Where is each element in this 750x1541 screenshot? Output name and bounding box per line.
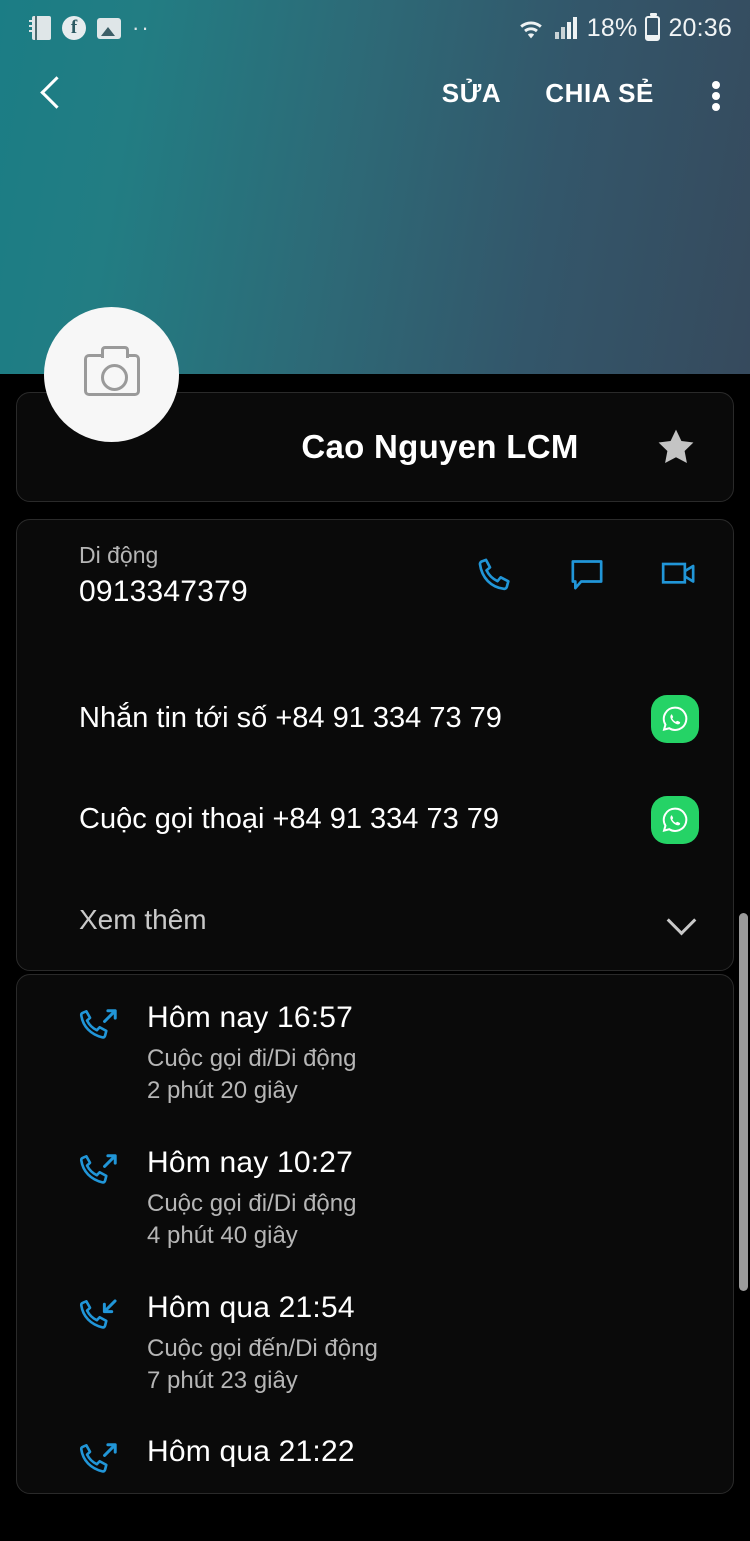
phone-number-block: Di động 0913347379 xyxy=(79,542,475,609)
battery-percent-label: 18% xyxy=(586,13,638,42)
chevron-down-icon[interactable] xyxy=(667,910,699,930)
whatsapp-message-row[interactable]: Nhắn tin tới số +84 91 334 73 79 xyxy=(17,668,733,769)
battery-icon xyxy=(645,12,661,41)
call-log-time: Hôm nay 10:27 xyxy=(147,1145,354,1179)
app-bar: SỬA CHIA SẺ xyxy=(0,56,750,130)
see-more-row[interactable]: Xem thêm xyxy=(17,870,733,970)
video-call-icon[interactable] xyxy=(659,554,699,594)
call-log-body: Hôm qua 21:54 Cuộc gọi đến/Di động 7 phú… xyxy=(147,1291,699,1398)
facebook-icon: f xyxy=(62,16,86,40)
edit-button[interactable]: SỬA xyxy=(442,78,502,109)
call-log-time: Hôm nay 16:57 xyxy=(147,1001,354,1034)
call-log-duration: 7 phút 23 giây xyxy=(147,1366,298,1394)
status-bar: f ·· 18% 20:36 xyxy=(0,0,750,56)
call-log-time: Hôm qua 21:54 xyxy=(147,1290,355,1324)
call-log-body: Hôm nay 16:57 Cuộc gọi đi/Di động 2 phút… xyxy=(147,1001,699,1108)
contacts-icon xyxy=(29,16,51,40)
call-log-item[interactable]: Hôm qua 21:54 Cuộc gọi đến/Di động 7 phú… xyxy=(17,1265,733,1410)
overflow-menu-icon[interactable] xyxy=(712,71,722,115)
back-icon[interactable] xyxy=(30,71,74,115)
call-history-card: Hôm nay 16:57 Cuộc gọi đi/Di động 2 phút… xyxy=(16,974,734,1495)
call-icon[interactable] xyxy=(475,554,515,594)
call-log-item[interactable]: Hôm nay 16:57 Cuộc gọi đi/Di động 2 phút… xyxy=(17,975,733,1120)
whatsapp-icon[interactable] xyxy=(651,694,699,743)
page-title: Cao Nguyen LCM xyxy=(301,428,579,465)
outgoing-call-icon xyxy=(79,1009,117,1039)
contact-info-card: Di động 0913347379 Nhắn tin tới số +84 9… xyxy=(16,519,734,971)
whatsapp-call-label: Cuộc gọi thoại +84 91 334 73 79 xyxy=(79,803,500,835)
phone-number-label: Di động xyxy=(79,542,159,568)
app-bar-actions: SỬA CHIA SẺ xyxy=(442,71,728,115)
status-bar-system-icons: 18% 20:36 xyxy=(517,12,732,43)
whatsapp-glyph-icon xyxy=(662,807,688,832)
incoming-call-icon xyxy=(79,1299,117,1329)
star-icon[interactable] xyxy=(653,425,699,469)
phone-number-value: 0913347379 xyxy=(79,575,248,608)
call-log-item[interactable]: Hôm nay 10:27 Cuộc gọi đi/Di động 4 phút… xyxy=(17,1120,733,1265)
call-log-item[interactable]: Hôm qua 21:22 xyxy=(17,1409,733,1493)
call-log-time: Hôm qua 21:22 xyxy=(147,1435,355,1469)
image-icon xyxy=(97,17,121,39)
phone-actions xyxy=(475,542,699,594)
clock-label: 20:36 xyxy=(668,13,732,42)
call-log-body: Hôm qua 21:22 xyxy=(147,1435,699,1481)
camera-placeholder-icon xyxy=(83,345,140,396)
wifi-icon xyxy=(519,21,542,39)
outgoing-call-icon xyxy=(79,1443,117,1474)
see-more-label: Xem thêm xyxy=(79,904,207,935)
more-notifications-icon: ·· xyxy=(132,15,151,40)
call-log-type: Cuộc gọi đi/Di động xyxy=(147,1189,357,1217)
phone-number-row[interactable]: Di động 0913347379 xyxy=(17,520,733,624)
whatsapp-call-row[interactable]: Cuộc gọi thoại +84 91 334 73 79 xyxy=(17,769,733,870)
whatsapp-message-label: Nhắn tin tới số +84 91 334 73 79 xyxy=(79,702,502,734)
whatsapp-icon[interactable] xyxy=(651,795,699,844)
contact-detail-screen: f ·· 18% 20:36 SỬA CHIA SẺ Cao Nguyen LC… xyxy=(0,0,750,1541)
scrollbar[interactable] xyxy=(739,913,748,1291)
message-icon[interactable] xyxy=(567,554,607,594)
status-bar-notification-icons: f ·· xyxy=(29,15,151,40)
share-button[interactable]: CHIA SẺ xyxy=(545,78,654,109)
call-log-type: Cuộc gọi đến/Di động xyxy=(147,1334,378,1362)
call-log-duration: 4 phút 40 giây xyxy=(147,1222,298,1250)
call-log-body: Hôm nay 10:27 Cuộc gọi đi/Di động 4 phút… xyxy=(147,1146,699,1253)
avatar[interactable] xyxy=(44,307,179,442)
call-log-duration: 2 phút 20 giây xyxy=(147,1077,298,1105)
signal-icon xyxy=(554,17,577,39)
whatsapp-glyph-icon xyxy=(662,706,688,731)
outgoing-call-icon xyxy=(79,1154,117,1184)
call-log-type: Cuộc gọi đi/Di động xyxy=(147,1045,357,1072)
